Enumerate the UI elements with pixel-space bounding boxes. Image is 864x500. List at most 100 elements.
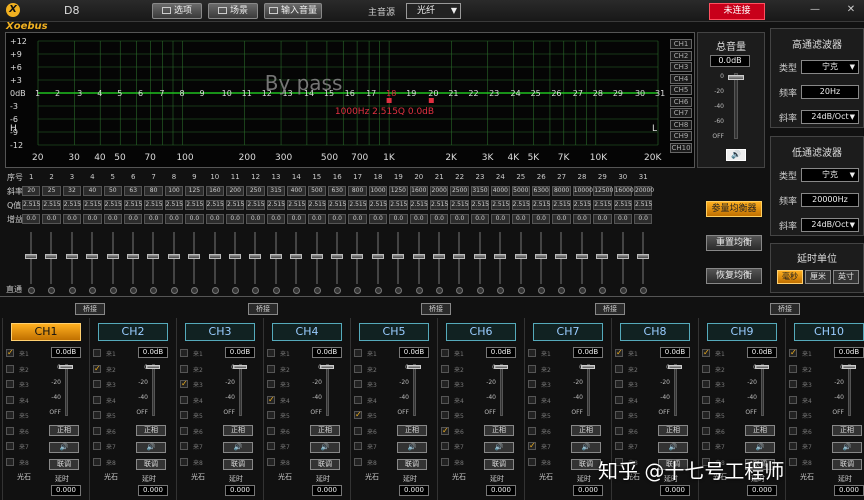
channel-name-button[interactable]: CH1 [11,323,81,341]
channel-name-button[interactable]: CH2 [98,323,168,341]
source-row[interactable]: 来6 [6,426,48,437]
source-row[interactable]: 来7 [180,441,222,452]
source-checkbox[interactable] [528,365,536,373]
source-row[interactable]: 来4 [702,395,744,406]
source-checkbox[interactable] [441,349,449,357]
link-button[interactable]: 联调 [832,459,862,470]
channel-fader-knob[interactable] [494,365,508,369]
eq-gain-cell[interactable]: 0.0 [410,214,428,224]
eq-bypass-dot[interactable] [232,287,239,294]
band-number[interactable]: 31 [655,89,665,98]
eq-band-fader[interactable] [392,232,404,284]
fader-knob[interactable] [229,254,241,259]
source-checkbox[interactable] [702,365,710,373]
source-row[interactable]: 来2 [615,364,657,375]
fader-knob[interactable] [168,254,180,259]
channel-fader-knob[interactable] [146,365,160,369]
fader-knob[interactable] [107,254,119,259]
eq-q-cell[interactable]: 2.515 [512,200,530,210]
eq-band-fader[interactable] [66,232,78,284]
fader-knob[interactable] [535,254,547,259]
source-checkbox[interactable] [441,396,449,404]
source-row[interactable]: 来2 [789,364,831,375]
source-checkbox[interactable] [267,458,275,466]
fader-knob[interactable] [372,254,384,259]
source-row[interactable]: 来1 [528,348,570,359]
source-checkbox[interactable] [180,349,188,357]
eq-band-fader[interactable] [229,232,241,284]
eq-gain-cell[interactable]: 0.0 [450,214,468,224]
source-checkbox[interactable]: ✓ [354,411,362,419]
source-checkbox[interactable] [93,380,101,388]
graph-channel-button-9[interactable]: CH9 [670,131,692,141]
channel-name-button[interactable]: CH4 [272,323,342,341]
source-checkbox[interactable] [354,365,362,373]
band-number[interactable]: 7 [159,89,164,98]
link-button[interactable]: 联调 [49,459,79,470]
graph-channel-button-7[interactable]: CH7 [670,108,692,118]
fader-knob[interactable] [188,254,200,259]
bridge-button[interactable]: 桥接 [770,303,800,315]
eq-gain-cell[interactable]: 0.0 [246,214,264,224]
eq-gain-cell[interactable]: 0.0 [593,214,611,224]
channel-mute-button[interactable]: 🔊 [484,442,514,453]
eq-freq-cell[interactable]: 63 [124,186,142,196]
eq-gain-cell[interactable]: 0.0 [532,214,550,224]
lp-slope-select[interactable]: 24dB/Oct▼ [801,218,859,232]
eq-freq-cell[interactable]: 25 [42,186,60,196]
source-row[interactable]: ✓来1 [615,348,657,359]
eq-gain-cell[interactable]: 0.0 [267,214,285,224]
channel-mute-button[interactable]: 🔊 [571,442,601,453]
source-checkbox[interactable] [528,380,536,388]
eq-bypass-dot[interactable] [110,287,117,294]
input-volume-button[interactable]: 输入音量 [264,3,322,19]
channel-name-button[interactable]: CH3 [185,323,255,341]
band-number[interactable]: 1 [35,89,40,98]
eq-q-cell[interactable]: 2.515 [308,200,326,210]
eq-freq-cell[interactable]: 800 [348,186,366,196]
eq-bypass-dot[interactable] [395,287,402,294]
eq-q-cell[interactable]: 2.515 [165,200,183,210]
eq-q-cell[interactable]: 2.515 [328,200,346,210]
source-checkbox[interactable] [528,396,536,404]
source-row[interactable]: 来6 [93,426,135,437]
source-row[interactable]: 来3 [789,379,831,390]
eq-freq-cell[interactable]: 250 [246,186,264,196]
source-checkbox[interactable] [702,427,710,435]
source-row[interactable]: ✓来1 [789,348,831,359]
source-row[interactable]: 来2 [180,364,222,375]
channel-mute-button[interactable]: 🔊 [136,442,166,453]
channel-fader-knob[interactable] [320,365,334,369]
delay-value[interactable]: 0.000 [573,485,603,496]
band-number[interactable]: 2 [55,89,60,98]
source-checkbox[interactable] [789,458,797,466]
band-number[interactable]: 30 [635,89,645,98]
channel-fader-track[interactable] [500,364,503,416]
eq-gain-cell[interactable]: 0.0 [144,214,162,224]
source-row[interactable]: ✓来6 [441,426,483,437]
source-checkbox[interactable] [6,396,14,404]
source-checkbox[interactable] [441,442,449,450]
eq-bypass-dot[interactable] [89,287,96,294]
source-row[interactable]: 来4 [6,395,48,406]
eq-gain-cell[interactable]: 0.0 [389,214,407,224]
eq-freq-cell[interactable]: 1600 [410,186,428,196]
eq-q-cell[interactable]: 2.515 [573,200,591,210]
eq-q-cell[interactable]: 2.515 [450,200,468,210]
eq-q-cell[interactable]: 2.515 [267,200,285,210]
source-checkbox[interactable]: ✓ [615,349,623,357]
source-checkbox[interactable] [528,427,536,435]
source-checkbox[interactable] [180,427,188,435]
eq-bypass-dot[interactable] [314,287,321,294]
source-row[interactable]: ✓来1 [702,348,744,359]
source-checkbox[interactable] [93,442,101,450]
source-checkbox[interactable] [180,442,188,450]
graph-channel-button-5[interactable]: CH5 [670,85,692,95]
delay-value[interactable]: 0.000 [51,485,81,496]
source-checkbox[interactable] [615,365,623,373]
phase-button[interactable]: 正相 [49,425,79,436]
source-row[interactable]: ✓来3 [180,379,222,390]
source-checkbox[interactable]: ✓ [702,349,710,357]
graph-channel-button-2[interactable]: CH2 [670,51,692,61]
source-row[interactable]: 来8 [789,457,831,468]
